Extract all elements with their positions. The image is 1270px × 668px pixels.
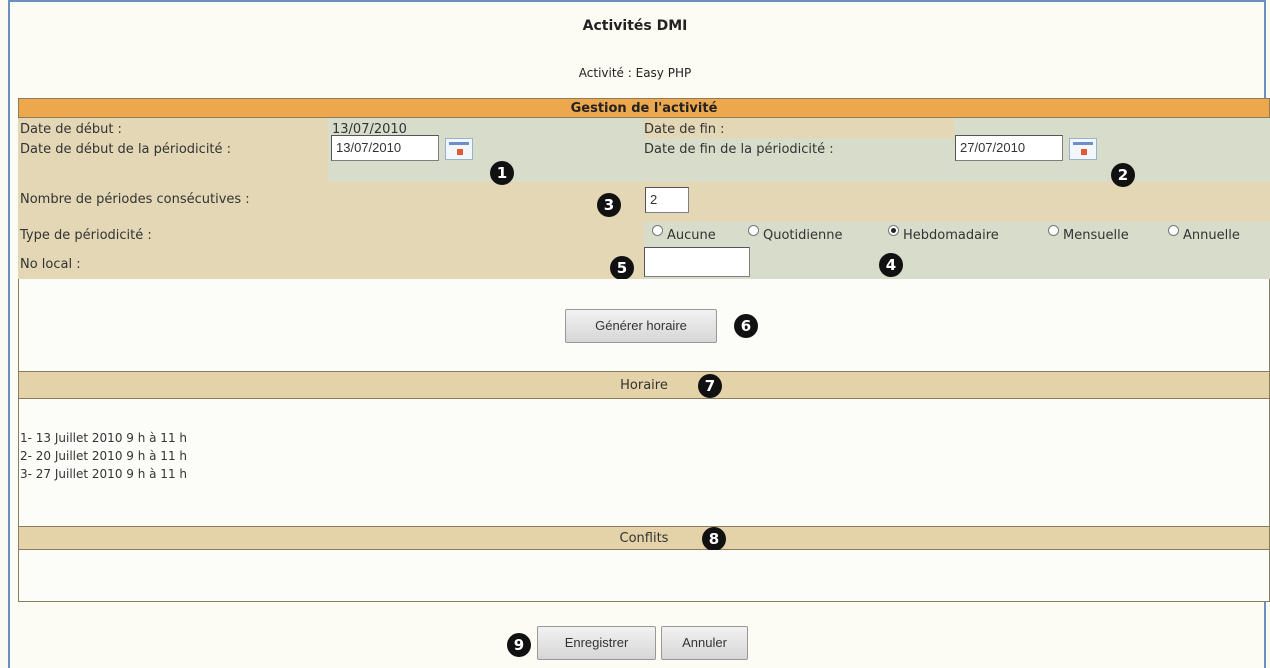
marker-badge-1: 1 <box>490 161 514 185</box>
calendar-icon[interactable] <box>1069 138 1097 160</box>
list-item: 1- 13 Juillet 2010 9 h à 11 h <box>20 431 187 445</box>
date-debut-label: Date de début : <box>20 122 122 137</box>
radio-mensuelle-label: Mensuelle <box>1063 228 1129 243</box>
radio-hebdomadaire[interactable]: Hebdomadaire <box>888 225 999 243</box>
radio-aucune-icon <box>652 225 663 236</box>
date-fin-periodicite-label: Date de fin de la périodicité : <box>644 142 834 157</box>
radio-annuelle-icon <box>1168 225 1179 236</box>
marker-badge-6: 6 <box>734 314 758 338</box>
gestion-section-header: Gestion de l'activité <box>18 98 1270 118</box>
nb-periodes-label: Nombre de périodes consécutives : <box>20 192 250 207</box>
no-local-label: No local : <box>20 257 81 272</box>
marker-badge-5: 5 <box>610 256 634 280</box>
form-left-bg-bottom <box>18 245 644 279</box>
page-title: Activités DMI <box>582 18 688 34</box>
radio-annuelle[interactable]: Annuelle <box>1168 225 1240 243</box>
date-fin-label: Date de fin : <box>644 122 725 137</box>
radio-mensuelle-icon <box>1048 225 1059 236</box>
marker-badge-7: 7 <box>698 374 722 398</box>
radio-annuelle-label: Annuelle <box>1183 228 1240 243</box>
generate-schedule-button[interactable]: Générer horaire <box>565 309 717 343</box>
radio-quotidienne-icon <box>748 225 759 236</box>
form-right-bg-row3 <box>644 182 1270 222</box>
save-button[interactable]: Enregistrer <box>537 626 656 660</box>
radio-quotidienne-label: Quotidienne <box>763 228 843 243</box>
list-item: 3- 27 Juillet 2010 9 h à 11 h <box>20 467 187 481</box>
radio-mensuelle[interactable]: Mensuelle <box>1048 225 1129 243</box>
horaire-section-header: Horaire <box>18 371 1270 399</box>
radio-hebdomadaire-icon <box>888 225 899 236</box>
marker-badge-9: 9 <box>507 633 531 657</box>
calendar-icon[interactable] <box>445 138 473 160</box>
marker-badge-3: 3 <box>597 193 621 217</box>
radio-aucune[interactable]: Aucune <box>652 225 716 243</box>
list-item: 2- 20 Juillet 2010 9 h à 11 h <box>20 449 187 463</box>
cancel-button[interactable]: Annuler <box>661 626 748 660</box>
marker-badge-8: 8 <box>702 527 726 551</box>
marker-badge-2: 2 <box>1111 163 1135 187</box>
schedule-list: 1- 13 Juillet 2010 9 h à 11 h 2- 20 Juil… <box>20 429 187 483</box>
marker-badge-4: 4 <box>879 253 903 277</box>
horaire-list-area <box>18 399 1270 526</box>
radio-aucune-label: Aucune <box>667 228 716 243</box>
conflits-area <box>18 550 1270 602</box>
radio-quotidienne[interactable]: Quotidienne <box>748 225 843 243</box>
nb-periodes-input[interactable]: 2 <box>645 187 689 213</box>
radio-hebdomadaire-label: Hebdomadaire <box>903 228 999 243</box>
gestion-form: Date de début : 13/07/2010 Date de fin :… <box>18 118 1270 279</box>
date-fin-periodicite-input[interactable]: 27/07/2010 <box>955 135 1063 161</box>
no-local-input[interactable] <box>644 247 750 277</box>
date-debut-periodicite-label: Date de début de la périodicité : <box>20 142 232 157</box>
type-periodicite-label: Type de périodicité : <box>20 228 152 243</box>
conflits-section-header: Conflits <box>18 526 1270 550</box>
activity-subtitle: Activité : Easy PHP <box>578 66 692 80</box>
date-debut-periodicite-input[interactable]: 13/07/2010 <box>331 135 439 161</box>
